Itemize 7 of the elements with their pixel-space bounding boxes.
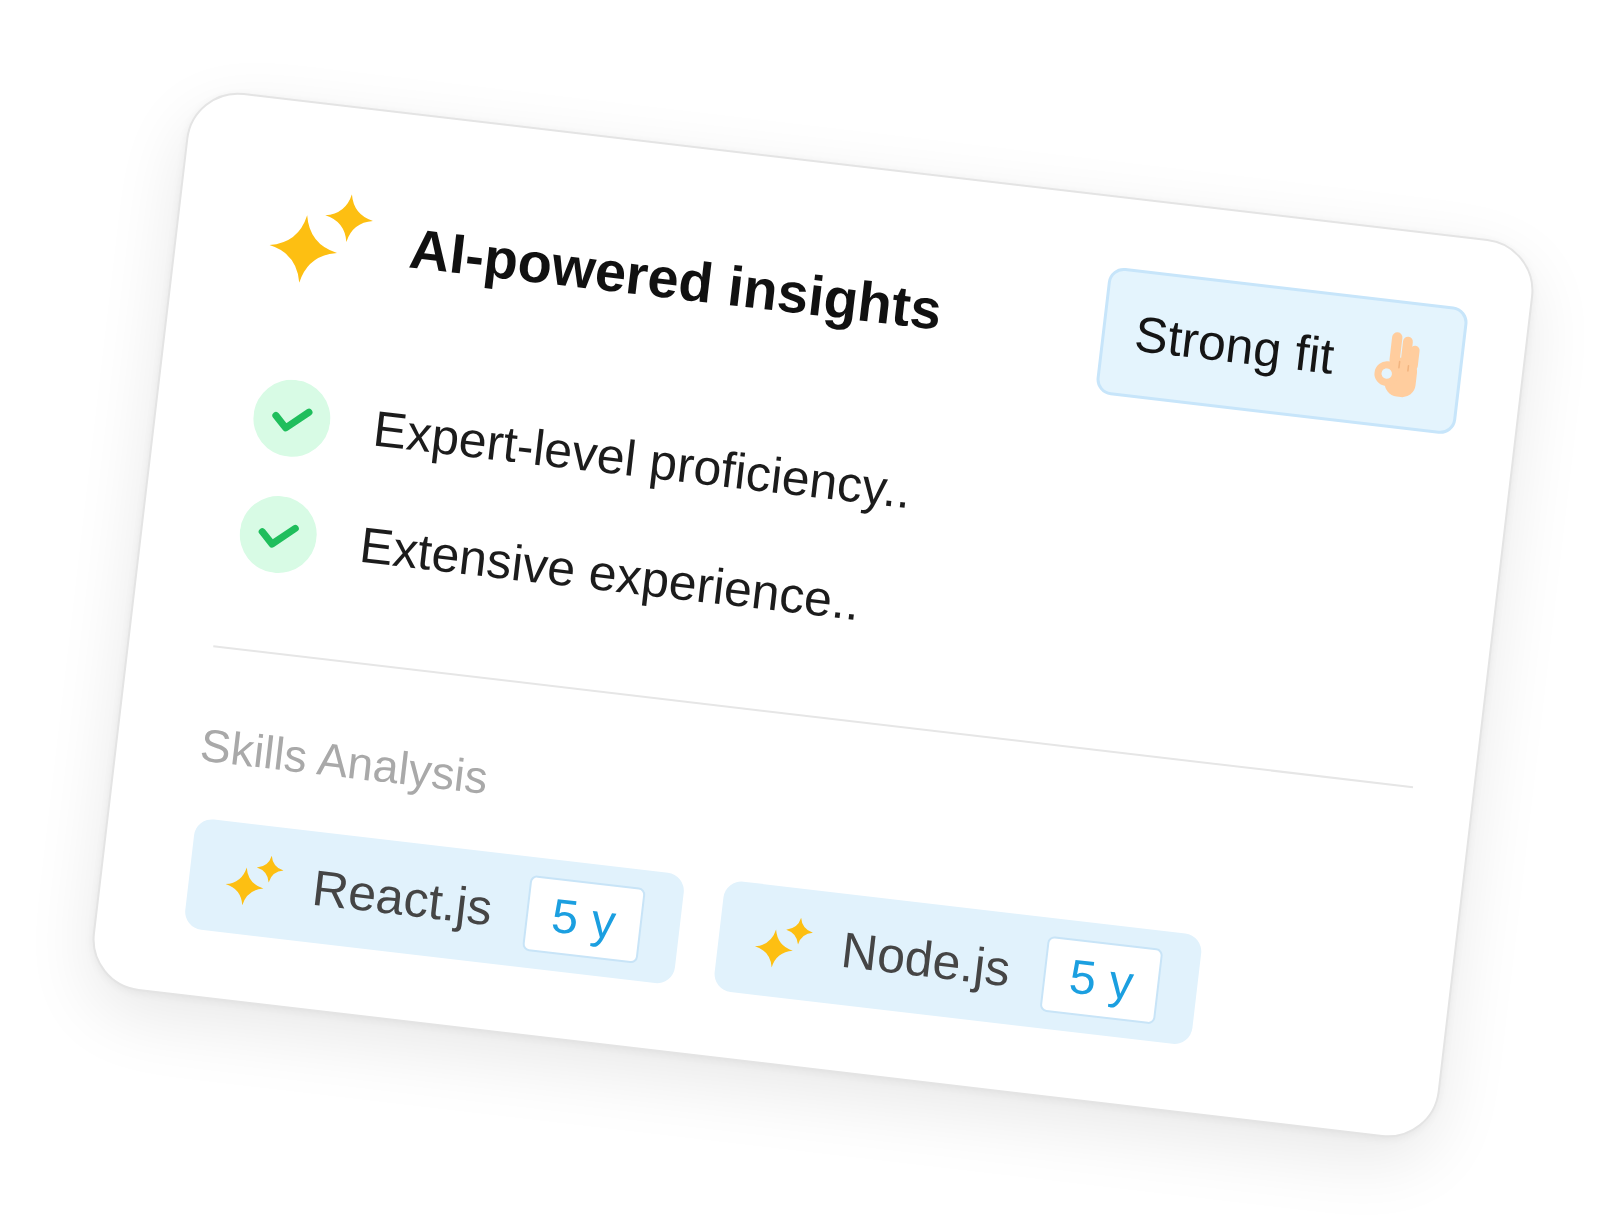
card-title: AI-powered insights (406, 215, 946, 344)
badge-label: Strong fit (1131, 304, 1338, 386)
skill-name: Node.js (838, 919, 1014, 998)
years-tag: 5 y (521, 873, 646, 963)
skill-name: React.js (309, 857, 496, 937)
section-label: Skills Analysis (197, 719, 491, 803)
years-tag: 5 y (1039, 934, 1164, 1024)
